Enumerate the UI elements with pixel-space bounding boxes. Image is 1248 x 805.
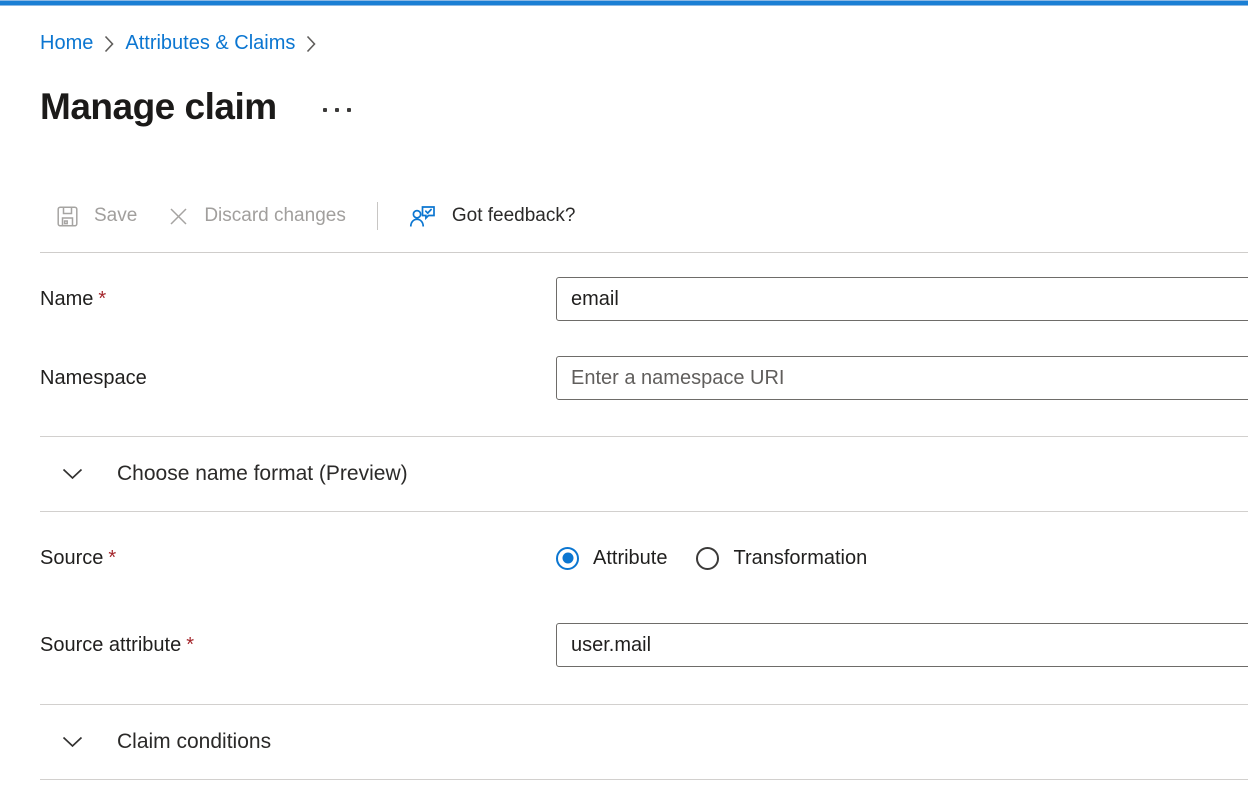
- section-choose-name-format-label: Choose name format (Preview): [117, 462, 408, 486]
- section-claim-conditions[interactable]: Claim conditions: [0, 705, 1248, 779]
- namespace-field-row: Namespace: [0, 356, 1248, 400]
- radio-transformation-label: Transformation: [733, 547, 867, 570]
- source-radio-group: Attribute Transformation: [556, 547, 1248, 570]
- namespace-input[interactable]: [556, 356, 1248, 400]
- breadcrumb: Home Attributes & Claims: [0, 6, 1248, 56]
- page-title: Manage claim: [40, 86, 277, 128]
- divider: [40, 779, 1248, 780]
- name-input[interactable]: [556, 277, 1248, 321]
- breadcrumb-link-home[interactable]: Home: [40, 30, 93, 56]
- toolbar-separator: [377, 202, 378, 230]
- section-choose-name-format[interactable]: Choose name format (Preview): [0, 437, 1248, 511]
- save-button-label: Save: [94, 205, 137, 227]
- radio-attribute-label: Attribute: [593, 547, 667, 570]
- required-asterisk: *: [98, 288, 106, 310]
- got-feedback-button[interactable]: Got feedback?: [400, 196, 585, 236]
- source-field-row: Source* Attribute Transformation: [0, 536, 1248, 580]
- name-field-row: Name*: [0, 277, 1248, 321]
- more-options-icon[interactable]: [323, 102, 351, 112]
- section-claim-conditions-label: Claim conditions: [117, 730, 271, 754]
- dismiss-icon: [169, 207, 188, 226]
- required-asterisk: *: [108, 547, 116, 569]
- chevron-down-icon: [62, 468, 83, 480]
- radio-option-attribute[interactable]: Attribute: [556, 547, 667, 570]
- save-button[interactable]: Save: [48, 196, 146, 236]
- breadcrumb-link-attributes-claims[interactable]: Attributes & Claims: [125, 30, 295, 56]
- source-attribute-field-row: Source attribute*: [0, 623, 1248, 667]
- chevron-right-icon: [104, 34, 114, 53]
- source-label: Source*: [40, 547, 556, 570]
- chevron-right-icon: [306, 34, 316, 53]
- person-feedback-icon: [409, 204, 436, 229]
- save-icon: [57, 206, 78, 227]
- source-attribute-label: Source attribute*: [40, 634, 556, 657]
- namespace-label: Namespace: [40, 367, 556, 390]
- radio-option-transformation[interactable]: Transformation: [696, 547, 867, 570]
- got-feedback-label: Got feedback?: [452, 205, 576, 227]
- page-header: Manage claim: [40, 84, 1248, 130]
- source-attribute-input[interactable]: [556, 623, 1248, 667]
- required-asterisk: *: [186, 634, 194, 656]
- command-bar: Save Discard changes Got feedback?: [48, 196, 1248, 236]
- divider: [40, 511, 1248, 512]
- radio-unselected-icon: [696, 547, 719, 570]
- chevron-down-icon: [62, 736, 83, 748]
- discard-changes-label: Discard changes: [204, 205, 346, 227]
- divider: [40, 252, 1248, 253]
- name-label: Name*: [40, 288, 556, 311]
- discard-changes-button[interactable]: Discard changes: [160, 196, 355, 236]
- radio-selected-icon: [556, 547, 579, 570]
